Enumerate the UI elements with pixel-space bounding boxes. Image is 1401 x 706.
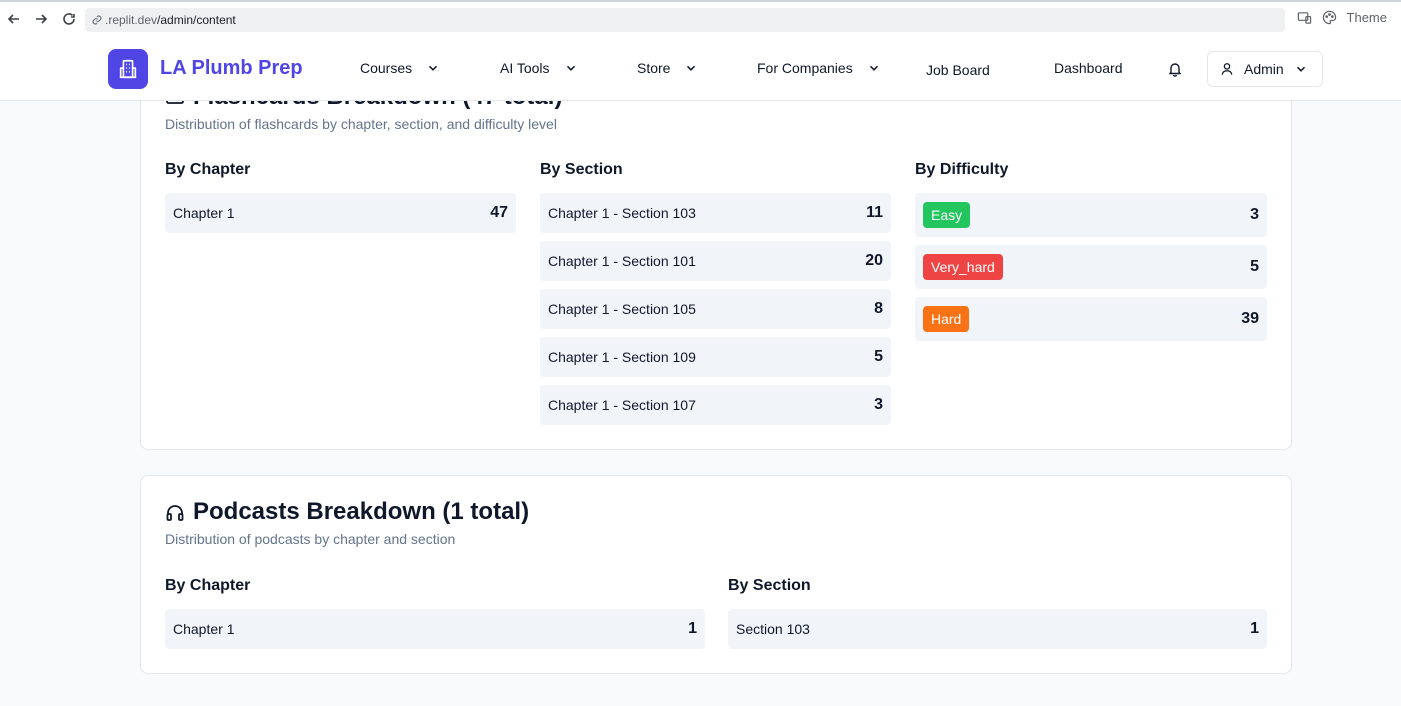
link-icon bbox=[92, 15, 102, 25]
back-icon[interactable] bbox=[1, 6, 27, 32]
by-section-heading: By Section bbox=[728, 577, 811, 594]
chevron-down-icon bbox=[566, 65, 575, 71]
row-label: Chapter 1 - Section 107 bbox=[548, 397, 696, 413]
list-item: Section 103 1 bbox=[728, 609, 1267, 649]
user-menu-button[interactable]: Admin bbox=[1207, 51, 1323, 87]
chevron-down-icon bbox=[1296, 66, 1305, 72]
row-count: 8 bbox=[874, 300, 883, 317]
row-count: 3 bbox=[1250, 206, 1259, 223]
forward-icon[interactable] bbox=[28, 6, 54, 32]
flashcards-description: Distribution of flashcards by chapter, s… bbox=[165, 116, 557, 132]
row-count: 5 bbox=[874, 348, 883, 365]
by-section-heading: By Section bbox=[540, 161, 623, 178]
row-label: Chapter 1 - Section 101 bbox=[548, 253, 696, 269]
chevron-down-icon bbox=[869, 65, 878, 71]
app-header: LA Plumb Prep Courses AI Tools Store For… bbox=[0, 37, 1401, 101]
list-item: Chapter 1 - Section 109 5 bbox=[540, 337, 891, 377]
devices-icon[interactable] bbox=[1297, 10, 1312, 25]
row-count: 20 bbox=[865, 252, 883, 269]
row-label: Chapter 1 - Section 103 bbox=[548, 205, 696, 221]
podcasts-description: Distribution of podcasts by chapter and … bbox=[165, 531, 456, 547]
podcasts-card-title: Podcasts Breakdown (1 total) bbox=[165, 498, 529, 526]
reload-icon[interactable] bbox=[56, 6, 82, 32]
row-count: 5 bbox=[1250, 258, 1259, 275]
chevron-down-icon bbox=[429, 65, 438, 71]
nav-store-label: Store bbox=[637, 60, 671, 76]
list-item: Chapter 1 1 bbox=[165, 609, 705, 649]
bell-icon[interactable] bbox=[1167, 61, 1183, 77]
list-item: Chapter 1 - Section 107 3 bbox=[540, 385, 891, 425]
nav-ai-tools[interactable]: AI Tools bbox=[500, 60, 578, 76]
nav-courses-label: Courses bbox=[360, 60, 413, 76]
by-difficulty-heading: By Difficulty bbox=[915, 161, 1009, 178]
row-label: Section 103 bbox=[736, 621, 810, 637]
logo[interactable] bbox=[108, 49, 148, 89]
flashcards-breakdown-card: Flashcards Breakdown (47 total) Distribu… bbox=[140, 60, 1292, 450]
list-item: Chapter 1 - Section 101 20 bbox=[540, 241, 891, 281]
url-path: /admin/content bbox=[157, 13, 236, 27]
row-count: 3 bbox=[874, 396, 883, 413]
nav-for-companies[interactable]: For Companies bbox=[757, 60, 881, 76]
list-item: Very_hard 5 bbox=[915, 245, 1267, 289]
difficulty-badge-hard: Hard bbox=[923, 306, 970, 332]
nav-ai-tools-label: AI Tools bbox=[500, 60, 550, 76]
nav-dashboard-label: Dashboard bbox=[1054, 60, 1123, 76]
row-count: 1 bbox=[688, 620, 697, 637]
row-label: Chapter 1 bbox=[173, 205, 235, 221]
palette-icon[interactable] bbox=[1322, 10, 1337, 25]
address-bar[interactable]: .replit.dev/admin/content bbox=[85, 8, 1285, 32]
chevron-down-icon bbox=[687, 65, 696, 71]
row-count: 39 bbox=[1241, 310, 1259, 327]
row-count: 1 bbox=[1250, 620, 1259, 637]
by-chapter-heading: By Chapter bbox=[165, 577, 251, 594]
browser-toolbar: .replit.dev/admin/content Theme bbox=[0, 0, 1401, 37]
difficulty-badge-easy: Easy bbox=[923, 202, 971, 228]
nav-for-companies-label: For Companies bbox=[757, 60, 853, 76]
by-chapter-heading: By Chapter bbox=[165, 161, 251, 178]
list-item: Chapter 1 47 bbox=[165, 193, 516, 233]
brand-name[interactable]: LA Plumb Prep bbox=[160, 57, 303, 80]
row-label: Chapter 1 - Section 105 bbox=[548, 301, 696, 317]
row-label: Chapter 1 bbox=[173, 621, 235, 637]
nav-job-board-label: Job Board bbox=[926, 62, 990, 78]
headphones-icon bbox=[166, 505, 184, 521]
nav-dashboard[interactable]: Dashboard bbox=[1054, 60, 1123, 76]
nav-store[interactable]: Store bbox=[637, 60, 698, 76]
user-icon bbox=[1221, 63, 1233, 75]
podcasts-title-text: Podcasts Breakdown (1 total) bbox=[193, 498, 530, 525]
list-item: Chapter 1 - Section 105 8 bbox=[540, 289, 891, 329]
list-item: Hard 39 bbox=[915, 297, 1267, 341]
row-count: 11 bbox=[866, 204, 883, 221]
row-label: Chapter 1 - Section 109 bbox=[548, 349, 696, 365]
podcasts-breakdown-card: Podcasts Breakdown (1 total) Distributio… bbox=[140, 475, 1292, 674]
url-host: .replit.dev bbox=[105, 13, 158, 27]
nav-courses[interactable]: Courses bbox=[360, 60, 440, 76]
list-item: Easy 3 bbox=[915, 193, 1267, 237]
difficulty-badge-very-hard: Very_hard bbox=[923, 254, 1003, 280]
user-menu-label: Admin bbox=[1244, 61, 1284, 77]
list-item: Chapter 1 - Section 103 11 bbox=[540, 193, 891, 233]
building-icon bbox=[119, 59, 137, 79]
row-count: 47 bbox=[490, 204, 508, 221]
theme-label[interactable]: Theme bbox=[1347, 10, 1387, 25]
nav-job-board[interactable]: Job Board bbox=[926, 62, 990, 78]
